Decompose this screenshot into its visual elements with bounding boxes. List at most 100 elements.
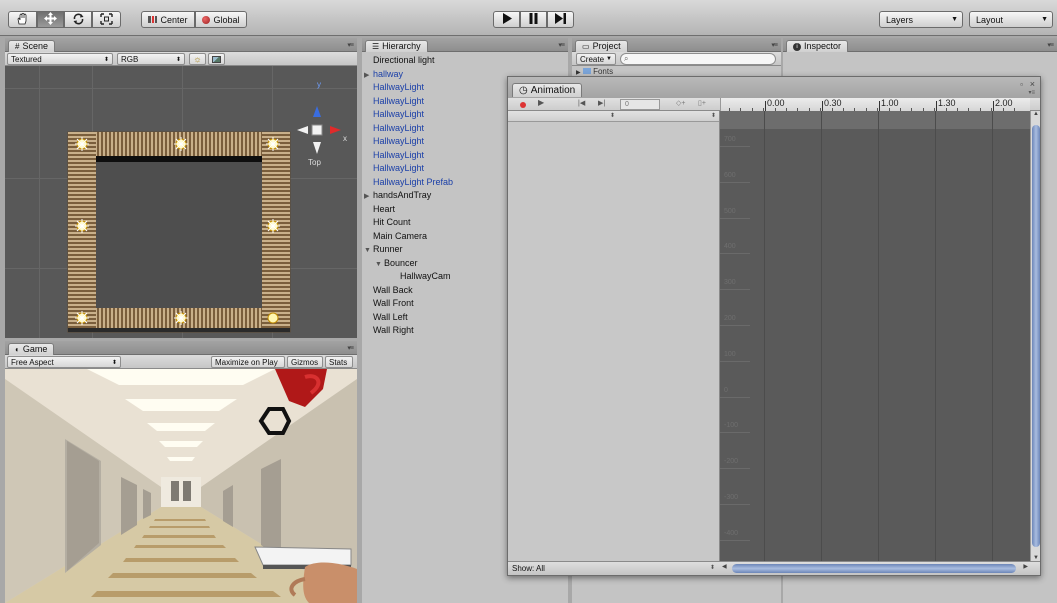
hierarchy-item-label: Heart <box>373 203 396 214</box>
hand-tool-button[interactable] <box>8 11 37 28</box>
hierarchy-item[interactable]: Hit Count <box>373 216 411 229</box>
record-button[interactable] <box>516 100 530 109</box>
curve-y-label: -200 <box>724 458 739 466</box>
hierarchy-item[interactable]: Directional light <box>373 54 435 67</box>
hierarchy-item-label: Directional light <box>373 55 435 65</box>
triangle-down-icon[interactable]: ▼ <box>364 244 373 257</box>
panel-menu-icon[interactable]: ▾≡ <box>771 41 778 49</box>
vertical-scrollbar[interactable]: ▲ ▼ <box>1030 111 1040 561</box>
play-button[interactable] <box>493 11 520 28</box>
animation-curve-editor[interactable]: 700 600 500 400 300 200 100 0 -100 -200 -300 -400 <box>720 111 1030 561</box>
clip-dropdown[interactable]: ⬍ ⬍ <box>508 111 719 122</box>
create-label: Create <box>580 54 605 64</box>
horizontal-scrollbar[interactable]: ◀ ▶ <box>720 563 1030 574</box>
hierarchy-item-label: HallwayLight <box>373 163 425 173</box>
project-toolbar: Create ▼ ⌕ <box>572 52 781 66</box>
pivot-mode-label: Center <box>160 14 188 25</box>
folder-icon <box>582 68 591 74</box>
tab-game[interactable]: ◐ Game <box>8 343 55 355</box>
panel-menu-icon[interactable]: ▾≡ <box>1028 89 1035 96</box>
stats-toggle[interactable]: Stats <box>325 356 353 368</box>
hierarchy-item[interactable]: HallwayLight <box>373 149 424 162</box>
hierarchy-item[interactable]: HallwayLight <box>373 162 424 175</box>
time-ruler-tick <box>936 101 937 111</box>
space-mode-button[interactable]: Global <box>195 11 247 28</box>
updown-arrow-icon: ⬍ <box>610 113 616 119</box>
project-search-input[interactable]: ⌕ <box>620 53 776 65</box>
panel-menu-icon[interactable]: ▾≡ <box>558 41 565 49</box>
panel-menu-icon[interactable]: ▾≡ <box>1047 41 1054 49</box>
hierarchy-item[interactable]: ▶ hallway <box>364 68 403 81</box>
hierarchy-item[interactable]: HallwayLight <box>373 81 424 94</box>
aspect-value: Free Aspect <box>11 357 54 367</box>
vertical-scroll-thumb[interactable] <box>1032 125 1040 547</box>
time-ruler[interactable]: 0.00 0.30 1.00 1.30 2.00 <box>720 98 1030 111</box>
triangle-right-icon[interactable]: ▶ <box>364 69 373 82</box>
hierarchy-item[interactable]: Wall Left <box>373 311 408 324</box>
scale-tool-button[interactable] <box>92 11 121 28</box>
window-pin-icon[interactable]: ▫ <box>1020 80 1023 89</box>
draw-mode-dropdown[interactable]: Textured ⬍ <box>7 53 113 65</box>
pause-button[interactable] <box>520 11 547 28</box>
hierarchy-item[interactable]: Wall Right <box>373 324 414 337</box>
next-keyframe-button[interactable]: ▶| <box>598 99 605 107</box>
scene-image-toggle[interactable] <box>208 53 225 65</box>
clock-icon: ◷ <box>519 85 528 96</box>
maximize-on-play-toggle[interactable]: Maximize on Play <box>211 356 285 368</box>
add-keyframe-icon: ◇+ <box>676 100 686 107</box>
hierarchy-item[interactable]: HallwayLight <box>373 108 424 121</box>
panel-menu-icon[interactable]: ▾≡ <box>347 41 354 49</box>
curve-grid-hline <box>720 539 750 541</box>
hierarchy-item[interactable]: HallwayLight <box>373 95 424 108</box>
search-icon: ⌕ <box>624 54 629 63</box>
game-viewport[interactable] <box>5 369 357 603</box>
move-arrows-icon <box>44 12 57 27</box>
curve-y-label: -300 <box>724 494 739 501</box>
tab-hierarchy[interactable]: ☰ Hierarchy <box>365 40 428 52</box>
hierarchy-item[interactable]: Heart <box>373 203 395 216</box>
layers-dropdown[interactable]: Layers ▼ <box>879 11 963 28</box>
panel-menu-icon[interactable]: ▾≡ <box>347 344 354 352</box>
tab-inspector[interactable]: i Inspector <box>786 40 849 52</box>
rotate-tool-button[interactable] <box>64 11 92 28</box>
move-tool-button[interactable] <box>37 11 64 28</box>
render-mode-dropdown[interactable]: RGB ⬍ <box>117 53 185 65</box>
triangle-right-icon[interactable]: ▶ <box>364 190 373 203</box>
prev-keyframe-button[interactable]: |◀ <box>578 99 585 107</box>
anim-play-button[interactable]: ▶ <box>538 98 544 107</box>
hierarchy-item[interactable]: HallwayLight <box>373 122 424 135</box>
hierarchy-item[interactable]: Wall Back <box>373 284 413 297</box>
tab-animation[interactable]: ◷ Animation <box>512 83 583 97</box>
gizmos-toggle[interactable]: Gizmos <box>287 356 323 368</box>
tab-scene[interactable]: # Scene <box>8 40 55 52</box>
updown-arrow-icon: ⬍ <box>709 565 715 571</box>
add-keyframe-button[interactable]: ◇+ <box>676 99 685 107</box>
time-ruler-tick <box>765 101 766 111</box>
triangle-down-icon[interactable]: ▼ <box>375 258 384 271</box>
frame-field[interactable]: 0 <box>620 99 660 110</box>
add-event-button[interactable]: ▯+ <box>698 99 706 107</box>
tab-project[interactable]: ▭ Project <box>575 40 628 52</box>
create-dropdown[interactable]: Create ▼ <box>576 53 616 65</box>
hierarchy-item[interactable]: Wall Front <box>373 297 414 310</box>
aspect-dropdown[interactable]: Free Aspect ⬍ <box>7 356 121 368</box>
hierarchy-item[interactable]: HallwayLight <box>373 135 424 148</box>
hierarchy-item[interactable]: HallwayCam <box>400 270 451 283</box>
frame-value: 0 <box>625 101 629 108</box>
show-filter-dropdown[interactable]: Show: All ⬍ <box>512 563 717 574</box>
step-button[interactable] <box>547 11 574 28</box>
image-icon <box>212 55 221 63</box>
close-icon[interactable]: × <box>1030 79 1035 89</box>
hierarchy-item[interactable]: Main Camera <box>373 230 427 243</box>
pivot-mode-button[interactable]: Center <box>141 11 195 28</box>
scene-gizmo-icon[interactable] <box>300 96 348 156</box>
hierarchy-item[interactable]: ▼ Runner <box>364 243 403 256</box>
horizontal-scroll-thumb[interactable] <box>732 564 1016 573</box>
hierarchy-item[interactable]: HallwayLight Prefab <box>373 176 453 189</box>
unity-editor: Center Global Layers ▼ Layout ▼ # Scene … <box>0 0 1057 603</box>
layout-dropdown[interactable]: Layout ▼ <box>969 11 1053 28</box>
scene-lighting-toggle[interactable]: ☼ <box>189 53 206 65</box>
hierarchy-item[interactable]: ▶ handsAndTray <box>364 189 431 202</box>
hierarchy-item[interactable]: ▼ Bouncer <box>375 257 418 270</box>
scene-viewport[interactable]: y x Top <box>5 66 357 338</box>
